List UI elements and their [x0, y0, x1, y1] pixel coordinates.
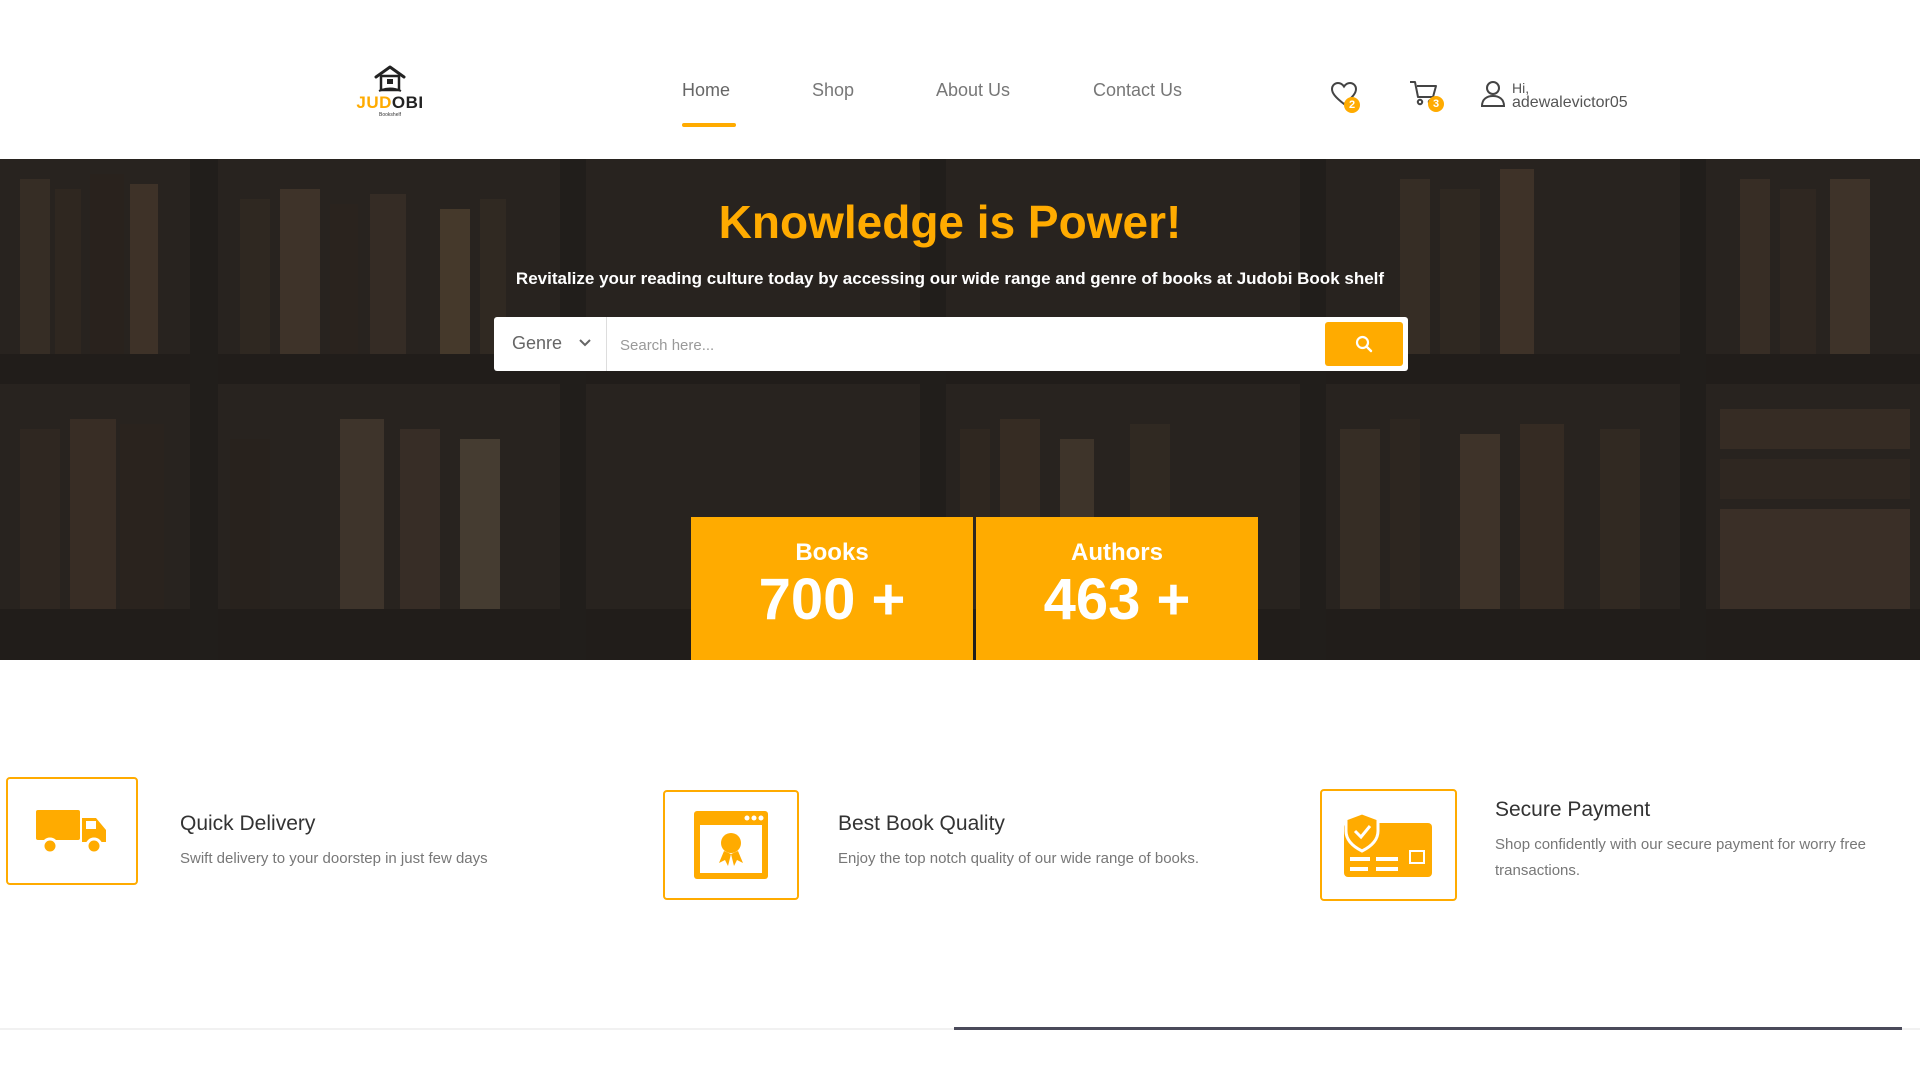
stat-books-label: Books: [795, 539, 869, 566]
hero-title: Knowledge is Power!: [718, 196, 1182, 248]
nav-about-us[interactable]: About Us: [936, 80, 1010, 101]
stat-books: Books 700 +: [691, 517, 973, 660]
genre-label: Genre: [512, 333, 563, 353]
user-name: adewalevictor05: [1512, 94, 1628, 111]
feature-description: Shop confidently with our secure payment…: [1495, 836, 1867, 879]
nav-active-indicator: [682, 123, 736, 127]
feature-title: Best Book Quality: [838, 812, 1005, 835]
genre-dropdown[interactable]: Genre: [494, 317, 607, 371]
nav-home[interactable]: Home: [682, 80, 730, 101]
quality-badge-icon: [694, 811, 768, 879]
hero-section: Knowledge is Power! Revitalize your read…: [0, 159, 1920, 660]
user-icon: [1480, 81, 1506, 107]
feature-description: Swift delivery to your doorstep in just …: [180, 850, 488, 867]
search-bar: Genre: [494, 317, 1408, 371]
feature-icon-box: [663, 790, 799, 900]
bookshelf-house-icon: [374, 65, 406, 92]
secure-card-icon: [1344, 811, 1432, 877]
search-button[interactable]: [1325, 322, 1403, 366]
feature-icon-box: [6, 777, 138, 885]
feature-title: Secure Payment: [1495, 798, 1651, 821]
nav-contact-us[interactable]: Contact Us: [1093, 80, 1182, 101]
hero-subtitle: Revitalize your reading culture today by…: [515, 269, 1385, 288]
feature-description: Enjoy the top notch quality of our wide …: [838, 850, 1200, 867]
brand-wordmark: JUDOBI: [356, 93, 424, 112]
stat-authors-label: Authors: [1071, 539, 1163, 566]
wishlist-count-badge: 2: [1344, 97, 1360, 113]
stat-authors: Authors 463 +: [976, 517, 1258, 660]
feature-icon-box: [1320, 789, 1457, 901]
feature-title: Quick Delivery: [180, 812, 316, 835]
nav-shop[interactable]: Shop: [812, 80, 854, 101]
cart-button[interactable]: 3: [1408, 78, 1448, 114]
brand-tagline: Bookshelf: [379, 112, 401, 118]
next-section-edge: [954, 1027, 1902, 1030]
search-input[interactable]: [618, 329, 1182, 361]
stat-authors-value: 463 +: [1043, 567, 1191, 632]
cart-count-badge: 3: [1428, 96, 1444, 112]
search-icon: [1355, 335, 1373, 353]
stat-books-value: 700 +: [758, 567, 906, 632]
wishlist-button[interactable]: 2: [1330, 81, 1362, 113]
brand-logo[interactable]: JUDOBI Bookshelf: [352, 64, 428, 134]
chevron-down-icon: [579, 339, 591, 347]
site-header: JUDOBI Bookshelf Home Shop About Us Cont…: [0, 0, 1920, 159]
truck-icon: [36, 810, 106, 855]
user-account[interactable]: Hi, adewalevictor05: [1480, 80, 1628, 113]
